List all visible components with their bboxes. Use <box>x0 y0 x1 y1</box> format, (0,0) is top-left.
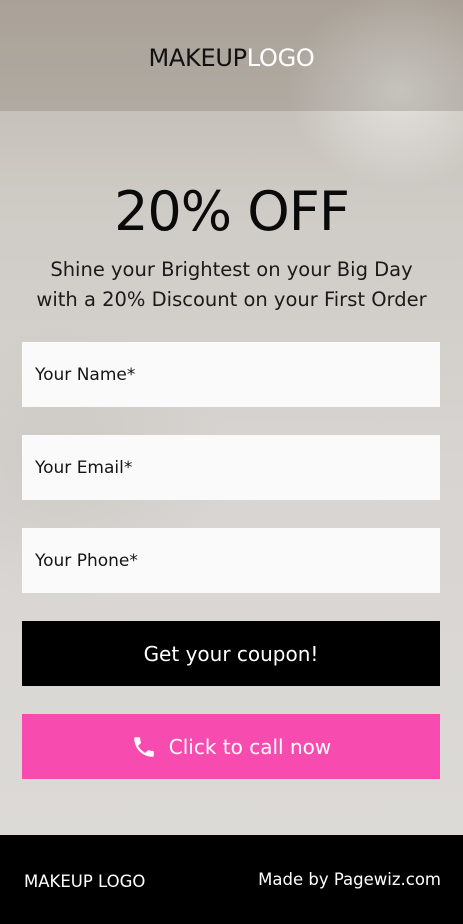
footer-logo[interactable]: MAKEUP LOGO <box>24 872 145 891</box>
name-field[interactable] <box>22 342 440 407</box>
made-by-link[interactable]: Made by Pagewiz.com <box>258 870 441 889</box>
header-logo[interactable]: MAKEUPLOGO <box>0 44 463 72</box>
phone-icon <box>134 736 154 757</box>
background-image <box>0 0 463 835</box>
phone-field[interactable] <box>22 528 440 593</box>
click-to-call-button[interactable]: Click to call now <box>22 714 440 779</box>
email-field[interactable] <box>22 435 440 500</box>
get-coupon-button[interactable]: Get your coupon! <box>22 621 440 686</box>
logo-text-light: LOGO <box>246 44 315 72</box>
offer-headline: 20% OFF <box>114 180 350 243</box>
logo-text-dark: MAKEUP <box>148 44 248 72</box>
header: MAKEUPLOGO <box>0 0 463 111</box>
click-to-call-label: Click to call now <box>168 734 332 759</box>
offer-subline: Shine your Brightest on your Big Day wit… <box>20 255 443 315</box>
footer: MAKEUP LOGO Made by Pagewiz.com <box>0 835 463 924</box>
offer-subline-line-1: Shine your Brightest on your Big Day <box>50 258 413 281</box>
offer-subline-line-2: with a 20% Discount on your First Order <box>36 288 427 311</box>
